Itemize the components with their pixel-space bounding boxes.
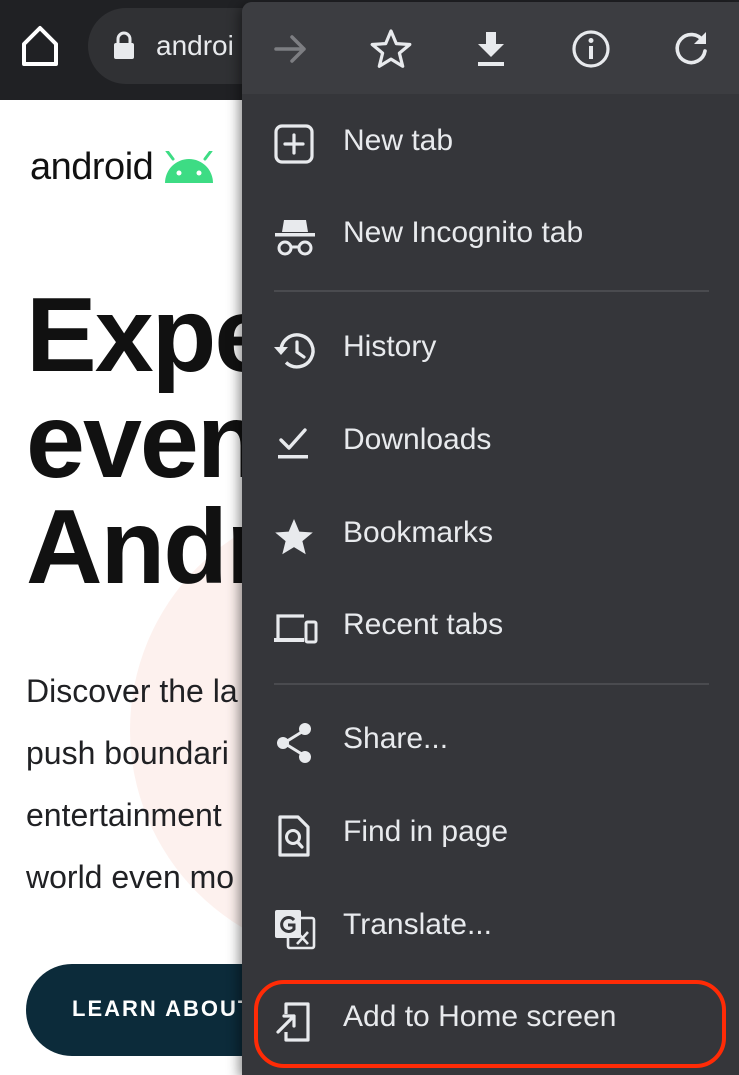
star-icon bbox=[272, 516, 318, 558]
refresh-icon[interactable] bbox=[668, 26, 714, 72]
downloads-icon bbox=[272, 423, 318, 465]
menu-item-label: Recent tabs bbox=[343, 608, 504, 641]
menu-item-label: New tab bbox=[343, 124, 454, 157]
menu-item-label: Downloads bbox=[343, 423, 492, 456]
menu-item-translate[interactable]: Translate... bbox=[242, 882, 739, 974]
menu-item-history[interactable]: History bbox=[242, 304, 739, 396]
menu-item-new-incognito-tab[interactable]: New Incognito tab bbox=[242, 190, 739, 282]
menu-item-label: New Incognito tab bbox=[343, 216, 584, 249]
share-icon bbox=[272, 722, 318, 764]
forward-icon[interactable] bbox=[268, 26, 314, 72]
android-logo[interactable]: android bbox=[30, 146, 217, 189]
menu-item-new-tab[interactable]: New tab bbox=[242, 98, 739, 190]
incognito-icon bbox=[272, 216, 318, 258]
overflow-menu: New tab New Incognito tab History Downlo… bbox=[242, 2, 739, 1075]
highlight-outline bbox=[254, 980, 726, 1068]
devices-icon bbox=[272, 608, 318, 650]
menu-divider bbox=[274, 683, 709, 685]
headline-line: Expe bbox=[26, 276, 273, 394]
menu-item-downloads[interactable]: Downloads bbox=[242, 397, 739, 489]
lock-icon bbox=[112, 30, 136, 60]
page-description: Discover the la push boundari entertainm… bbox=[26, 660, 238, 908]
logo-text: android bbox=[30, 146, 154, 188]
menu-action-bar bbox=[242, 2, 739, 94]
headline-line: Andr bbox=[26, 488, 267, 606]
description-line: push boundari bbox=[26, 735, 229, 771]
menu-item-share[interactable]: Share... bbox=[242, 696, 739, 788]
description-line: entertainment bbox=[26, 797, 222, 833]
omnibox-url: androi bbox=[156, 30, 234, 61]
menu-divider bbox=[274, 290, 709, 292]
new-tab-icon bbox=[272, 124, 318, 166]
menu-item-label: Translate... bbox=[343, 908, 492, 941]
headline-line: even bbox=[26, 382, 262, 500]
find-in-page-icon bbox=[272, 815, 318, 857]
bookmark-star-icon[interactable] bbox=[368, 26, 414, 72]
translate-icon bbox=[272, 908, 318, 950]
menu-item-label: Bookmarks bbox=[343, 516, 494, 549]
menu-item-label: History bbox=[343, 330, 437, 363]
menu-item-label: Share... bbox=[343, 722, 449, 755]
info-icon[interactable] bbox=[568, 26, 614, 72]
android-bot-icon bbox=[165, 150, 214, 183]
page-headline: Expe even Andr bbox=[26, 276, 273, 606]
history-icon bbox=[272, 330, 318, 372]
menu-item-recent-tabs[interactable]: Recent tabs bbox=[242, 582, 739, 674]
description-line: Discover the la bbox=[26, 673, 238, 709]
description-line: world even mo bbox=[26, 859, 235, 895]
home-icon[interactable] bbox=[18, 22, 62, 70]
download-icon[interactable] bbox=[468, 26, 514, 72]
menu-item-find-in-page[interactable]: Find in page bbox=[242, 789, 739, 881]
menu-item-label: Find in page bbox=[343, 815, 509, 848]
learn-more-label: LEARN ABOUT bbox=[72, 996, 254, 1021]
menu-item-bookmarks[interactable]: Bookmarks bbox=[242, 490, 739, 582]
